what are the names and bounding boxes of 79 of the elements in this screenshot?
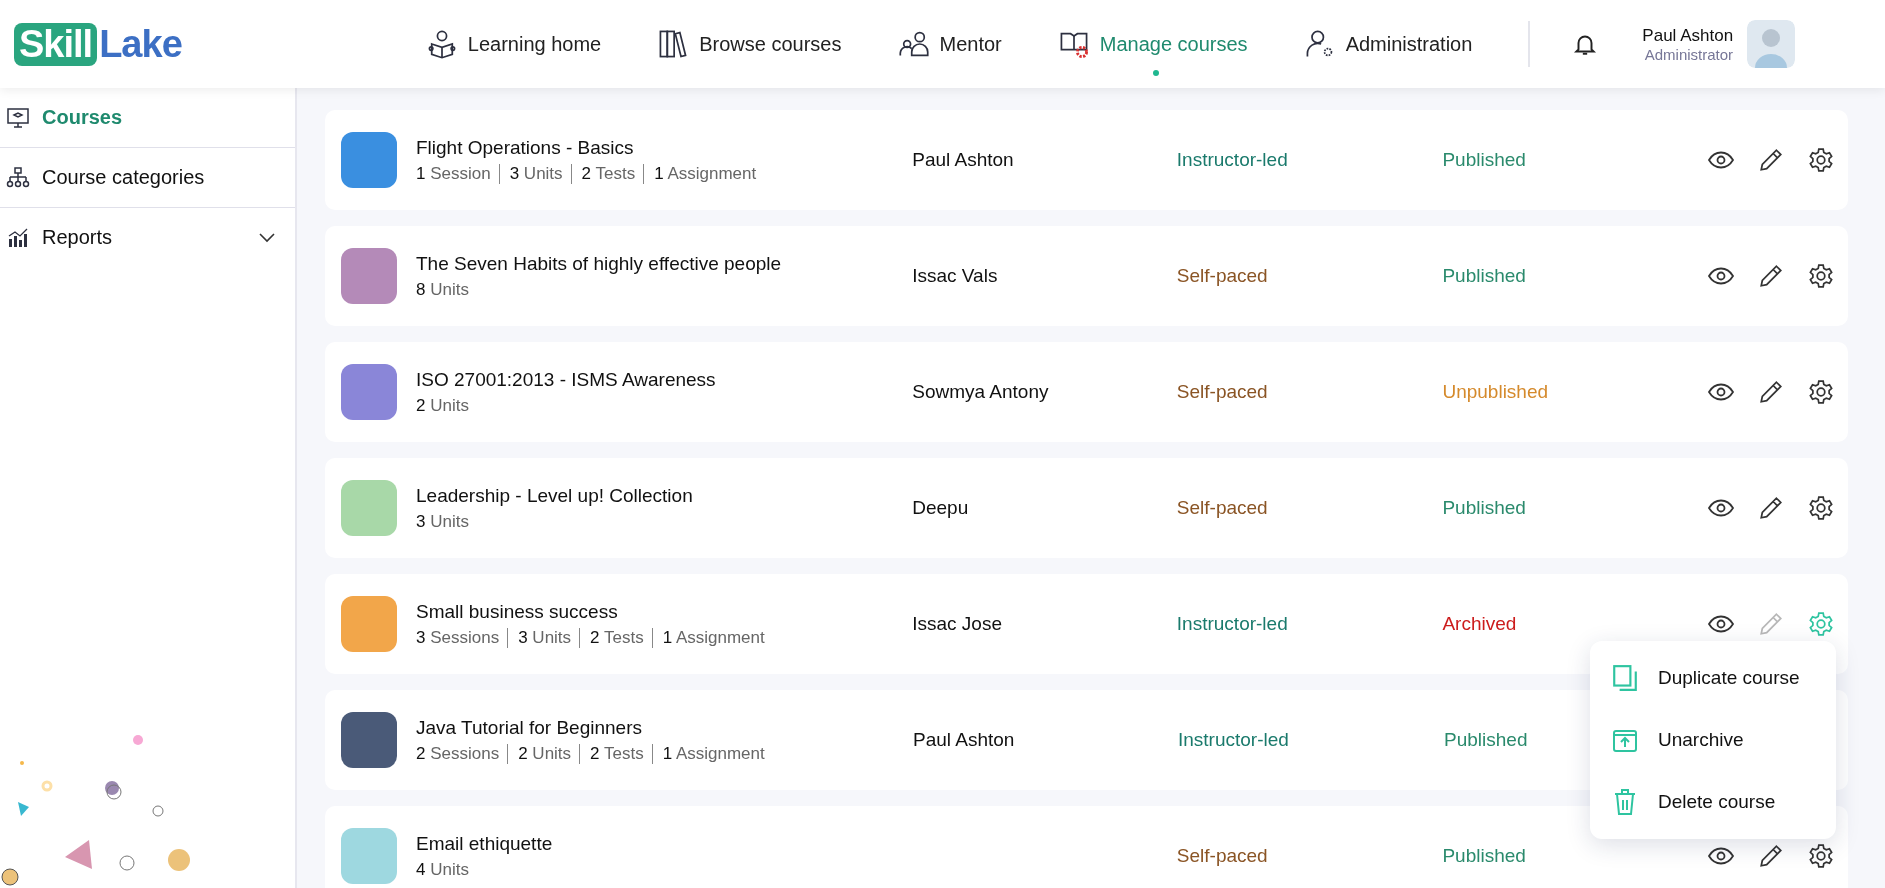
course-thumbnail — [341, 248, 397, 304]
nav-tab[interactable]: Administration — [1303, 28, 1473, 60]
nav-tab[interactable]: Browse courses — [657, 28, 842, 60]
course-thumbnail — [341, 712, 397, 768]
user-name: Paul Ashton — [1642, 25, 1734, 46]
nav-tab[interactable]: Learning home — [425, 28, 602, 60]
edit-pencil-icon[interactable] — [1758, 263, 1784, 289]
course-title[interactable]: Small business success — [416, 600, 913, 623]
menu-item[interactable]: Delete course — [1590, 771, 1836, 833]
course-meta: 4 Units — [416, 859, 470, 880]
course-meta: 3 Units — [416, 511, 470, 532]
menu-item[interactable]: Unarchive — [1590, 709, 1836, 771]
course-title[interactable]: Leadership - Level up! Collection — [416, 484, 913, 507]
course-meta: 2 Units — [507, 743, 580, 764]
instructor-name: Paul Ashton — [913, 729, 1015, 750]
edit-pencil-icon[interactable] — [1758, 495, 1784, 521]
nav-tab[interactable]: Manage courses — [1057, 28, 1248, 60]
course-title[interactable]: The Seven Habits of highly effective people — [416, 252, 913, 275]
course-meta: 2 Sessions — [416, 743, 501, 764]
course-title[interactable]: ISO 27001:2013 - ISMS Awareness — [416, 368, 913, 391]
course-meta: 1 Session — [416, 163, 492, 184]
course-type: Self-paced — [1176, 265, 1268, 286]
course-meta: 2 Tests — [570, 163, 644, 184]
course-type: Self-paced — [1176, 497, 1268, 518]
course-status: Unpublished — [1442, 381, 1549, 402]
course-thumbnail — [341, 364, 397, 420]
course-status: Published — [1442, 845, 1526, 866]
course-status: Archived — [1442, 613, 1517, 634]
course-meta: 3 Units — [507, 627, 580, 648]
course-meta: 1 Assignment — [651, 627, 773, 648]
course-meta: 2 Tests — [579, 743, 652, 764]
instructor-name: Deepu — [912, 497, 969, 518]
settings-icon[interactable] — [1808, 147, 1834, 173]
hierarchy-icon — [6, 165, 30, 190]
course-type: Self-paced — [1176, 845, 1268, 866]
nav-tab[interactable]: Mentor — [897, 28, 1002, 60]
course-status: Published — [1442, 497, 1526, 518]
course-meta: 3 Sessions — [416, 627, 501, 648]
course-title[interactable]: Email ethiquette — [416, 832, 913, 855]
course-thumbnail — [341, 828, 397, 884]
course-type: Self-paced — [1176, 381, 1268, 402]
course-title[interactable]: Java Tutorial for Beginners — [416, 716, 913, 739]
instructor-name: Paul Ashton — [912, 149, 1014, 170]
course-thumbnail — [341, 480, 397, 536]
course-thumbnail — [341, 596, 397, 652]
user-role: Administrator — [1644, 45, 1734, 63]
instructor-name: Sowmya Antony — [912, 381, 1049, 402]
monitor-icon — [6, 105, 30, 130]
course-status: Published — [1444, 729, 1528, 750]
edit-pencil-icon[interactable] — [1758, 147, 1784, 173]
instructor-name: Issac Jose — [912, 613, 1002, 634]
course-meta: 1 Assignment — [643, 163, 765, 184]
course-meta: 2 Tests — [579, 627, 652, 648]
settings-icon[interactable] — [1808, 379, 1834, 405]
trash-icon — [1612, 788, 1638, 816]
course-type: Instructor-led — [1176, 149, 1288, 170]
edit-pencil-icon[interactable] — [1758, 843, 1784, 869]
settings-icon[interactable] — [1808, 263, 1834, 289]
course-meta: 8 Units — [416, 279, 470, 300]
course-meta: 2 Units — [416, 395, 470, 416]
instructor-name: Issac Vals — [912, 265, 998, 286]
course-status: Published — [1442, 265, 1526, 286]
settings-icon[interactable] — [1808, 843, 1834, 869]
menu-item[interactable]: Duplicate course — [1590, 647, 1836, 709]
course-thumbnail — [341, 132, 397, 188]
sidebar-item[interactable]: Reports — [0, 208, 295, 267]
course-title[interactable]: Flight Operations - Basics — [416, 136, 913, 159]
edit-pencil-icon[interactable] — [1758, 379, 1784, 405]
sidebar-item[interactable]: Courses — [0, 88, 295, 148]
sidebar-item[interactable]: Course categories — [0, 148, 295, 208]
course-status: Published — [1442, 149, 1526, 170]
chevron-down-icon — [259, 232, 275, 243]
course-type: Instructor-led — [1178, 729, 1289, 750]
course-meta: 1 Assignment — [651, 743, 773, 764]
course-type: Instructor-led — [1176, 613, 1288, 634]
settings-icon[interactable] — [1808, 495, 1834, 521]
copy-icon — [1612, 664, 1638, 692]
active-dot — [1152, 70, 1159, 76]
course-meta: 3 Units — [498, 163, 571, 184]
